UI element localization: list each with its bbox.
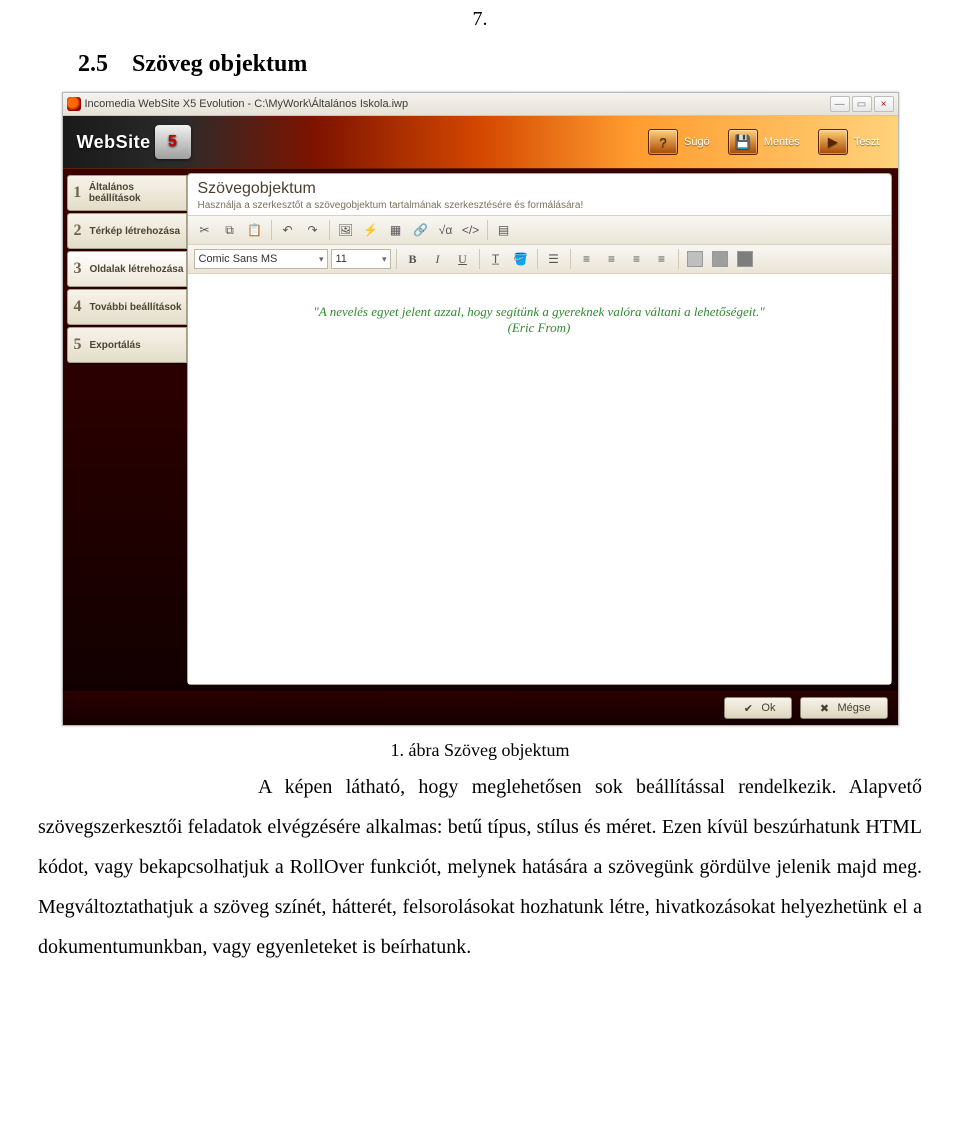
step-number: 5 bbox=[68, 336, 88, 354]
step-number: 3 bbox=[68, 260, 88, 278]
text-editor[interactable]: "A nevelés egyet jelent azzal, hogy segí… bbox=[188, 274, 891, 684]
logo-badge: 5 bbox=[155, 125, 191, 159]
panel-subtitle: Használja a szerkesztőt a szövegobjektum… bbox=[198, 200, 881, 211]
bg-color-icon[interactable]: 🪣 bbox=[510, 248, 532, 270]
swatch-1[interactable] bbox=[684, 248, 706, 270]
section-number: 2.5 bbox=[78, 51, 108, 77]
test-label: Teszt bbox=[854, 136, 880, 148]
body-text: A képen látható, hogy meglehetősen sok b… bbox=[38, 776, 922, 958]
flash-icon[interactable]: ⚡ bbox=[360, 219, 382, 241]
step-label: További beállítások bbox=[90, 302, 182, 313]
cancel-button[interactable]: ✖ Mégse bbox=[800, 697, 887, 719]
sidebar: 1 Általános beállítások 2 Térkép létreho… bbox=[63, 169, 187, 685]
ok-icon: ✔ bbox=[741, 701, 755, 715]
footer-bar: ✔ Ok ✖ Mégse bbox=[63, 691, 898, 725]
separator bbox=[678, 249, 679, 269]
editor-line-2: (Eric From) bbox=[208, 320, 871, 336]
separator bbox=[570, 249, 571, 269]
align-right-icon[interactable]: ≡ bbox=[626, 248, 648, 270]
align-left-icon[interactable]: ≡ bbox=[576, 248, 598, 270]
italic-button[interactable]: I bbox=[427, 248, 449, 270]
step-number: 4 bbox=[68, 298, 88, 316]
copy-icon[interactable]: ⧉ bbox=[219, 219, 241, 241]
save-button[interactable]: 💾 Mentés bbox=[728, 129, 800, 155]
separator bbox=[329, 220, 330, 240]
swatch-3[interactable] bbox=[734, 248, 756, 270]
image-icon[interactable]: 🖼 bbox=[335, 219, 357, 241]
separator bbox=[537, 249, 538, 269]
close-button[interactable]: × bbox=[874, 96, 894, 112]
app-icon bbox=[67, 97, 81, 111]
swatch-2[interactable] bbox=[709, 248, 731, 270]
body-paragraph: A képen látható, hogy meglehetősen sok b… bbox=[38, 767, 922, 967]
test-icon: ▶ bbox=[818, 129, 848, 155]
window-title: Incomedia WebSite X5 Evolution - C:\MyWo… bbox=[85, 98, 409, 110]
underline-button[interactable]: U bbox=[452, 248, 474, 270]
maximize-button[interactable]: ▭ bbox=[852, 96, 872, 112]
separator bbox=[479, 249, 480, 269]
figure-caption: 1. ábra Szöveg objektum bbox=[30, 740, 930, 761]
section-heading: 2.5 Szöveg objektum bbox=[78, 51, 930, 78]
sidebar-step-4[interactable]: 4 További beállítások bbox=[67, 289, 187, 325]
toolbar-row-2: Comic Sans MS 11 B I U T̲ 🪣 ☰ ≡ ≡ ≡ ≡ bbox=[188, 245, 891, 274]
table-icon[interactable]: ▦ bbox=[385, 219, 407, 241]
align-center-icon[interactable]: ≡ bbox=[601, 248, 623, 270]
help-icon: ? bbox=[648, 129, 678, 155]
html-icon[interactable]: </> bbox=[460, 219, 482, 241]
separator bbox=[396, 249, 397, 269]
header-band: WebSite 5 ? Súgó 💾 Mentés ▶ Teszt bbox=[63, 116, 898, 169]
bullets-icon[interactable]: ☰ bbox=[543, 248, 565, 270]
sidebar-step-3[interactable]: 3 Oldalak létrehozása bbox=[67, 251, 187, 287]
titlebar: Incomedia WebSite X5 Evolution - C:\MyWo… bbox=[63, 93, 898, 116]
save-label: Mentés bbox=[764, 136, 800, 148]
panel-header: Szövegobjektum Használja a szerkesztőt a… bbox=[188, 174, 891, 216]
font-name-select[interactable]: Comic Sans MS bbox=[194, 249, 328, 269]
cancel-label: Mégse bbox=[837, 702, 870, 714]
sidebar-step-1[interactable]: 1 Általános beállítások bbox=[67, 175, 187, 211]
logo-text: WebSite bbox=[77, 132, 151, 153]
ok-button[interactable]: ✔ Ok bbox=[724, 697, 792, 719]
main-panel: Szövegobjektum Használja a szerkesztőt a… bbox=[187, 173, 892, 685]
help-label: Súgó bbox=[684, 136, 710, 148]
redo-icon[interactable]: ↷ bbox=[302, 219, 324, 241]
help-button[interactable]: ? Súgó bbox=[648, 129, 710, 155]
section-title-text: Szöveg objektum bbox=[132, 51, 307, 77]
paste-icon[interactable]: 📋 bbox=[244, 219, 266, 241]
undo-icon[interactable]: ↶ bbox=[277, 219, 299, 241]
form-icon[interactable]: ▤ bbox=[493, 219, 515, 241]
save-icon: 💾 bbox=[728, 129, 758, 155]
text-color-icon[interactable]: T̲ bbox=[485, 248, 507, 270]
cancel-icon: ✖ bbox=[817, 701, 831, 715]
step-label: Térkép létrehozása bbox=[90, 226, 181, 237]
minimize-button[interactable]: — bbox=[830, 96, 850, 112]
step-number: 1 bbox=[68, 184, 87, 202]
cut-icon[interactable]: ✂ bbox=[194, 219, 216, 241]
ok-label: Ok bbox=[761, 702, 775, 714]
font-size-select[interactable]: 11 bbox=[331, 249, 391, 269]
link-icon[interactable]: 🔗 bbox=[410, 219, 432, 241]
step-label: Oldalak létrehozása bbox=[90, 264, 184, 275]
sidebar-step-5[interactable]: 5 Exportálás bbox=[67, 327, 187, 363]
rollover-icon[interactable]: √α bbox=[435, 219, 457, 241]
separator bbox=[271, 220, 272, 240]
test-button[interactable]: ▶ Teszt bbox=[818, 129, 880, 155]
page-number: 7. bbox=[30, 8, 930, 31]
bold-button[interactable]: B bbox=[402, 248, 424, 270]
logo: WebSite 5 bbox=[77, 125, 191, 159]
sidebar-step-2[interactable]: 2 Térkép létrehozása bbox=[67, 213, 187, 249]
editor-line-1: "A nevelés egyet jelent azzal, hogy segí… bbox=[208, 304, 871, 320]
step-number: 2 bbox=[68, 222, 88, 240]
step-label: Exportálás bbox=[90, 340, 141, 351]
toolbar-row-1: ✂ ⧉ 📋 ↶ ↷ 🖼 ⚡ ▦ 🔗 √α </> ▤ bbox=[188, 216, 891, 245]
align-justify-icon[interactable]: ≡ bbox=[651, 248, 673, 270]
separator bbox=[487, 220, 488, 240]
step-label: Általános beállítások bbox=[89, 182, 186, 204]
app-window: Incomedia WebSite X5 Evolution - C:\MyWo… bbox=[62, 92, 899, 726]
panel-title: Szövegobjektum bbox=[198, 180, 881, 198]
